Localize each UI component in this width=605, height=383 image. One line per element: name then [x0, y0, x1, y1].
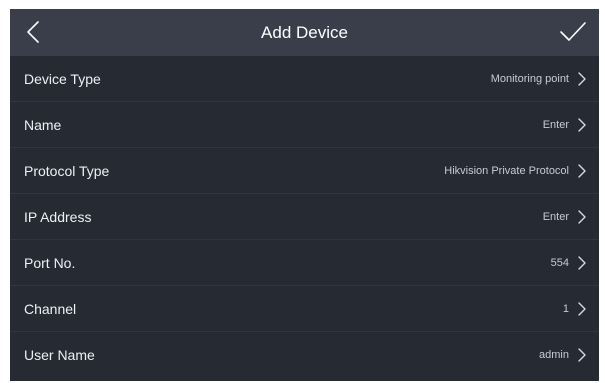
- row-label: Port No.: [24, 254, 76, 271]
- chevron-right-icon: [577, 255, 587, 271]
- row-value: Monitoring point: [490, 72, 569, 85]
- row-value: Enter: [542, 210, 569, 223]
- chevron-right-icon: [577, 347, 587, 363]
- row-label: Name: [24, 116, 62, 133]
- add-device-screen: Add Device Device Type Monitoring point …: [10, 9, 599, 381]
- row-label: IP Address: [24, 208, 92, 225]
- row-value: 1: [562, 302, 569, 315]
- chevron-right-icon: [577, 209, 587, 225]
- row-channel[interactable]: Channel 1: [10, 286, 599, 332]
- chevron-right-icon: [577, 163, 587, 179]
- page-title: Add Device: [261, 23, 348, 42]
- row-label: User Name: [24, 347, 95, 363]
- row-user-name[interactable]: User Name admin: [10, 332, 599, 378]
- row-name[interactable]: Name Enter: [10, 102, 599, 148]
- top-bar: Add Device: [10, 9, 599, 56]
- row-ip-address[interactable]: IP Address Enter: [10, 194, 599, 240]
- row-value: admin: [539, 349, 569, 361]
- chevron-right-icon: [577, 117, 587, 133]
- row-label: Channel: [24, 300, 77, 317]
- check-icon: [560, 22, 586, 41]
- row-protocol-type[interactable]: Protocol Type Hikvision Private Protocol: [10, 148, 599, 194]
- row-value: Hikvision Private Protocol: [444, 164, 569, 177]
- chevron-right-icon: [577, 71, 587, 87]
- confirm-button[interactable]: [555, 17, 591, 47]
- row-device-type[interactable]: Device Type Monitoring point: [10, 56, 599, 102]
- row-label: Device Type: [24, 70, 101, 87]
- chevron-right-icon: [577, 301, 587, 317]
- row-port-no[interactable]: Port No. 554: [10, 240, 599, 286]
- settings-list: Device Type Monitoring point Name Enter …: [10, 56, 599, 378]
- row-label: Protocol Type: [24, 162, 110, 179]
- row-value: Enter: [542, 118, 569, 131]
- row-value: 554: [550, 256, 569, 269]
